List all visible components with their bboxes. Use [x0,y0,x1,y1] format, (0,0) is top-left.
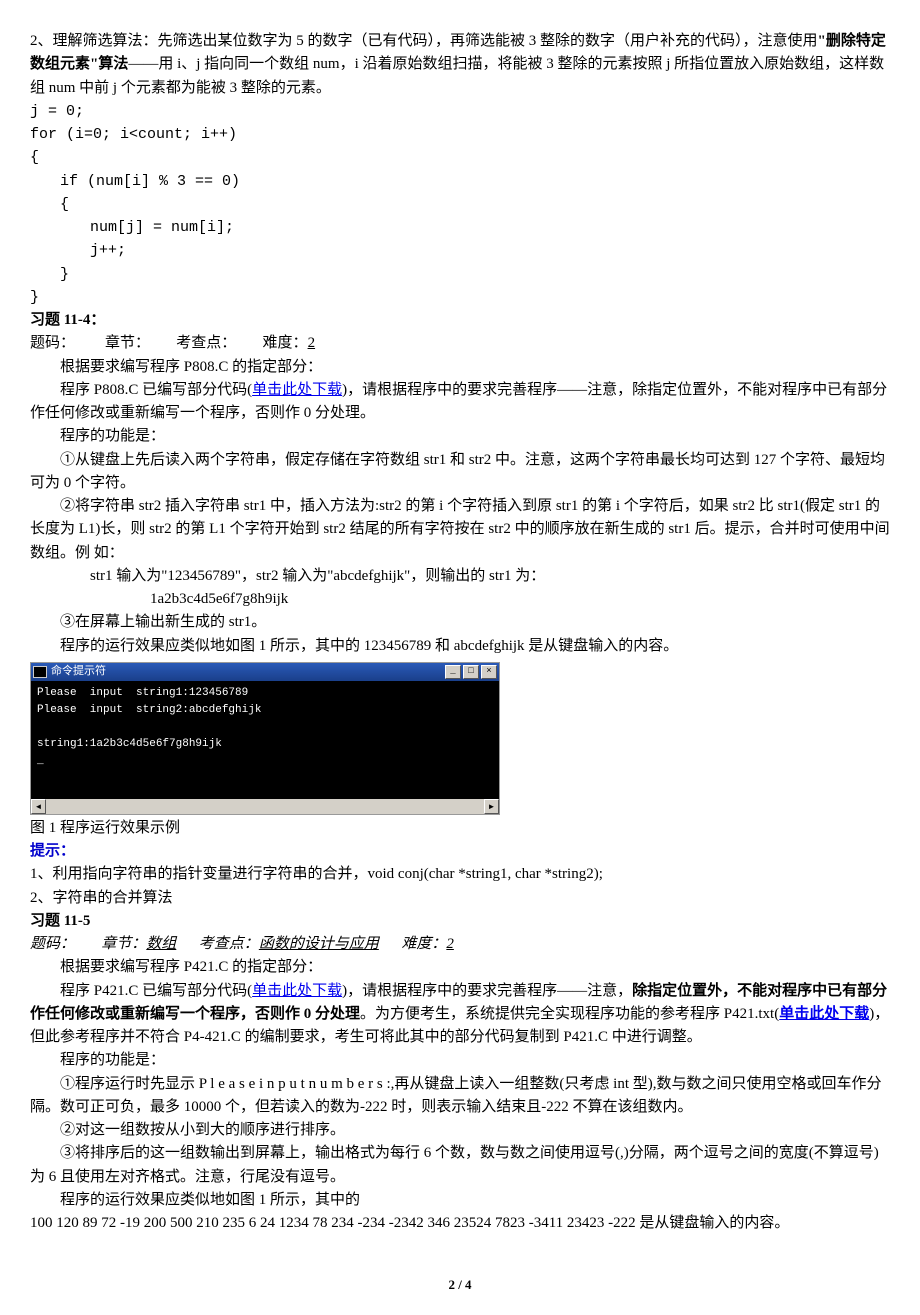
ex4-p1: 根据要求编写程序 P808.C 的指定部分： [30,356,890,379]
scroll-right-arrow-icon[interactable]: ► [484,799,499,814]
page-number: 2 / 4 [30,1275,890,1295]
hint-line-2: 2、字符串的合并算法 [30,887,890,910]
ex4-p5-text: ②将字符串 str2 插入字符串 str1 中，插入方法为:str2 的第 i … [30,498,890,561]
ex5-meta-diff-val: 2 [446,936,454,952]
meta-code-label: 题码： [30,335,75,351]
scroll-track[interactable] [46,799,484,814]
code-l8: } [30,263,890,286]
hint-label: 提示： [30,840,890,863]
code-block: j = 0; for (i=0; i<count; i++) { if (num… [30,100,890,309]
code-l3: { [30,146,890,169]
window-buttons: _ □ × [445,665,497,679]
ex5-p2: 程序 P421.C 已编写部分代码(单击此处下载)，请根据程序中的要求完善程序—… [30,980,890,1050]
maximize-button[interactable]: □ [463,665,479,679]
exercise-11-4-heading: 习题 11-4： [30,309,890,332]
ex4-p3: 程序的功能是： [30,425,890,448]
ex4-p8: ③在屏幕上输出新生成的 str1。 [30,611,890,634]
ex5-p2a: 程序 P421.C 已编写部分代码( [60,983,252,999]
ex4-p2: 程序 P808.C 已编写部分代码(单击此处下载)，请根据程序中的要求完善程序—… [30,379,890,426]
cmd-icon [33,666,47,678]
ex5-p6-text: ③将排序后的这一组数输出到屏幕上，输出格式为每行 6 个数，数与数之间使用逗号(… [30,1145,879,1184]
download-link-p421[interactable]: 单击此处下载 [252,983,342,999]
code-l2: for (i=0; i<count; i++) [30,123,890,146]
exercise-11-4-meta: 题码： 章节： 考查点： 难度：2 [30,332,890,355]
code-l1: j = 0; [30,100,890,123]
ex5-meta-point-val: 函数的设计与应用 [259,936,379,952]
ex4-p6: str1 输入为"123456789"，str2 输入为"abcdefghijk… [30,565,890,588]
meta-diff-val: 2 [308,335,316,351]
minimize-button[interactable]: _ [445,665,461,679]
code-l9: } [30,286,890,309]
ex5-meta-point-label: 考查点： [199,936,259,952]
code-l4: if (num[i] % 3 == 0) [30,170,890,193]
ex4-p4-text: ①从键盘上先后读入两个字符串，假定存储在字符数组 str1 和 str2 中。注… [30,452,885,491]
scroll-left-arrow-icon[interactable]: ◄ [31,799,46,814]
ex5-meta-diff-label: 难度： [401,936,446,952]
ex5-p2c: 。为方便考生，系统提供完全实现程序功能的参考程序 P421.txt( [360,1006,779,1022]
figure-1-caption: 图 1 程序运行效果示例 [30,817,890,840]
download-link-p421-txt[interactable]: 单击此处下载 [779,1006,869,1022]
meta-diff-label: 难度： [263,335,308,351]
ex5-meta-code: 题码： [30,936,75,952]
window-title: 命令提示符 [51,663,445,680]
ex4-p4: ①从键盘上先后读入两个字符串，假定存储在字符数组 str1 和 str2 中。注… [30,449,890,496]
exercise-11-5-meta: 题码： 章节：数组 考查点：函数的设计与应用 难度：2 [30,933,890,956]
intro-part2-tail: ——用 i、j 指向同一个数组 num，i 沿着原始数组扫描，将能被 3 整除的… [30,56,884,95]
ex5-p8: 100 120 89 72 -19 200 500 210 235 6 24 1… [30,1212,890,1235]
horizontal-scrollbar[interactable]: ◄ ► [31,799,499,814]
code-l6: num[j] = num[i]; [30,216,890,239]
ex4-p9: 程序的运行效果应类似地如图 1 所示，其中的 123456789 和 abcde… [30,635,890,658]
code-l7: j++; [30,239,890,262]
code-l5: { [30,193,890,216]
terminal-body: Please input string1:123456789 Please in… [31,681,499,799]
exercise-11-5-heading: 习题 11-5 [30,910,890,933]
ex4-p7: 1a2b3c4d5e6f7g8h9ijk [30,588,890,611]
intro-part2-lead: 2、理解筛选算法：先筛选出某位数字为 5 的数字（已有代码），再筛选能被 3 整… [30,33,818,49]
ex5-p6: ③将排序后的这一组数输出到屏幕上，输出格式为每行 6 个数，数与数之间使用逗号(… [30,1142,890,1189]
hint-line-1: 1、利用指向字符串的指针变量进行字符串的合并，void conj(char *s… [30,863,890,886]
ex5-p4-text: ①程序运行时先显示 P l e a s e i n p u t n u m b … [30,1076,882,1115]
ex5-meta-chapter-val: 数组 [146,936,176,952]
intro-paragraph: 2、理解筛选算法：先筛选出某位数字为 5 的数字（已有代码），再筛选能被 3 整… [30,30,890,100]
ex5-p2b: )，请根据程序中的要求完善程序——注意， [342,983,632,999]
meta-chapter-label: 章节： [105,335,150,351]
command-prompt-window: 命令提示符 _ □ × Please input string1:1234567… [30,662,500,815]
ex5-p4: ①程序运行时先显示 P l e a s e i n p u t n u m b … [30,1073,890,1120]
ex5-p3: 程序的功能是： [30,1049,890,1072]
titlebar: 命令提示符 _ □ × [31,663,499,681]
ex5-p5: ②对这一组数按从小到大的顺序进行排序。 [30,1119,890,1142]
ex5-meta-chapter-label: 章节： [101,936,146,952]
ex5-p1: 根据要求编写程序 P421.C 的指定部分： [30,956,890,979]
download-link-p808[interactable]: 单击此处下载 [252,382,342,398]
ex4-p5: ②将字符串 str2 插入字符串 str1 中，插入方法为:str2 的第 i … [30,495,890,565]
meta-point-label: 考查点： [176,335,236,351]
ex5-p7: 程序的运行效果应类似地如图 1 所示，其中的 [30,1189,890,1212]
ex4-p2a: 程序 P808.C 已编写部分代码( [30,379,252,402]
close-button[interactable]: × [481,665,497,679]
